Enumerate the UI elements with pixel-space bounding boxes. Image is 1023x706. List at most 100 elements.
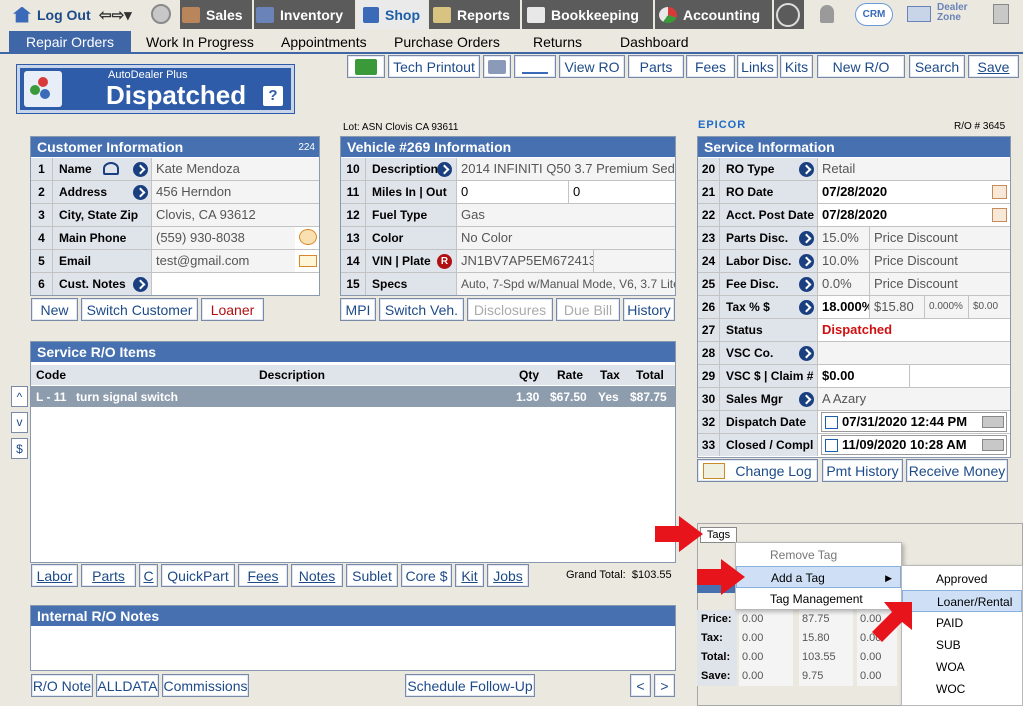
fee-disc-value[interactable]: 0.0%	[818, 273, 869, 295]
kit-button[interactable]: Kit	[455, 564, 484, 587]
nav-sales[interactable]: Sales	[182, 0, 243, 29]
kits-button[interactable]: Kits	[780, 55, 813, 78]
user-avatar-icon[interactable]	[151, 4, 171, 24]
search-button[interactable]: Search	[909, 55, 965, 78]
parts-disc-lookup-icon[interactable]	[799, 231, 814, 246]
schedule-follow-up-button[interactable]: Schedule Follow-Up	[405, 674, 535, 697]
logout-link[interactable]: Log Out	[13, 0, 91, 29]
switch-customer-button[interactable]: Switch Customer	[81, 298, 198, 321]
alldata-button[interactable]: ALLDATA	[96, 674, 159, 697]
subnav-returns[interactable]: Returns	[533, 31, 582, 52]
subnav-repair-orders[interactable]: Repair Orders	[9, 31, 131, 52]
parts-line-button[interactable]: Parts	[81, 564, 136, 587]
save-button[interactable]: Save	[968, 55, 1019, 78]
pmt-history-button[interactable]: Pmt History	[822, 459, 903, 482]
nav-bookkeeping[interactable]: Bookkeeping	[527, 0, 639, 29]
jobs-button[interactable]: Jobs	[487, 564, 529, 587]
dispatch-date-picker[interactable]: 07/31/2020 12:44 PM	[821, 412, 1007, 432]
fuel-type-value[interactable]: Gas	[457, 204, 675, 226]
crm-button[interactable]: CRM	[855, 3, 893, 26]
add-a-tag-menu-item[interactable]: Add a Tag ▶	[736, 566, 901, 588]
sublet-button[interactable]: Sublet	[346, 564, 398, 587]
miles-out-input[interactable]: 0	[569, 181, 675, 203]
color-value[interactable]: No Color	[457, 227, 675, 249]
customer-notes-icon[interactable]	[133, 277, 148, 292]
tax-lookup-icon[interactable]	[799, 300, 814, 315]
sales-mgr-lookup-icon[interactable]	[799, 392, 814, 407]
sales-mgr-value[interactable]: A Azary	[818, 388, 1010, 410]
subnav-appointments[interactable]: Appointments	[281, 31, 367, 52]
calendar-dropdown-icon[interactable]	[982, 439, 1004, 451]
parts-disc-value[interactable]: 15.0%	[818, 227, 869, 249]
history-button[interactable]: History	[623, 298, 675, 321]
calendar-icon[interactable]	[992, 185, 1007, 199]
open-folder-button[interactable]	[347, 55, 385, 78]
switch-vehicle-button[interactable]: Switch Veh.	[379, 298, 464, 321]
closed-date-picker[interactable]: 11/09/2020 10:28 AM	[821, 435, 1007, 455]
address-lookup-icon[interactable]	[133, 185, 148, 200]
tag-sub-option[interactable]: SUB	[902, 634, 1022, 656]
print-button[interactable]	[483, 55, 511, 78]
tech-printout-button[interactable]: Tech Printout	[388, 55, 480, 78]
tax-rate-value[interactable]: 18.000%	[818, 296, 869, 318]
tag-loaner-rental-option[interactable]: Loaner/Rental	[902, 590, 1022, 612]
price-button[interactable]: $	[11, 438, 28, 459]
notes-button[interactable]: Notes	[291, 564, 343, 587]
links-button[interactable]: Links	[737, 55, 778, 78]
vsc-co-value[interactable]	[818, 342, 1010, 364]
signature-button[interactable]	[514, 55, 556, 78]
due-bill-button[interactable]: Due Bill	[556, 298, 620, 321]
ro-note-button[interactable]: R/O Note	[31, 674, 93, 697]
parts-button[interactable]: Parts	[628, 55, 684, 78]
subnav-work-in-progress[interactable]: Work In Progress	[146, 31, 254, 52]
nav-reports[interactable]: Reports	[433, 0, 510, 29]
new-customer-button[interactable]: New	[31, 298, 78, 321]
quickpart-button[interactable]: QuickPart	[161, 564, 235, 587]
miles-in-input[interactable]: 0	[457, 181, 569, 203]
core-button[interactable]: Core $	[401, 564, 452, 587]
next-button[interactable]: >	[654, 674, 675, 697]
checkbox-checked-icon[interactable]	[825, 439, 838, 452]
tag-approved-option[interactable]: Approved	[902, 568, 1022, 590]
dealer-zone-link[interactable]: Dealer Zone	[937, 3, 977, 23]
calendar-dropdown-icon[interactable]	[982, 416, 1004, 428]
c-button[interactable]: C	[139, 564, 158, 587]
previous-button[interactable]: <	[630, 674, 651, 697]
move-up-button[interactable]: ^	[11, 386, 28, 407]
nav-accounting[interactable]: Accounting	[659, 0, 760, 29]
fees-line-button[interactable]: Fees	[238, 564, 288, 587]
plate-value[interactable]	[593, 250, 675, 272]
description-lookup-icon[interactable]	[437, 162, 452, 177]
loaner-button[interactable]: Loaner	[201, 298, 264, 321]
checkbox-checked-icon[interactable]	[825, 416, 838, 429]
ro-type-lookup-icon[interactable]	[799, 162, 814, 177]
labor-disc-value[interactable]: 10.0%	[818, 250, 869, 272]
vin-value[interactable]: JN1BV7AP5EM672413	[457, 250, 593, 272]
history-arrows-icon[interactable]: ⇦⇨▾	[99, 6, 132, 24]
fee-disc-lookup-icon[interactable]	[799, 277, 814, 292]
ro-type-value[interactable]: Retail	[818, 158, 1010, 180]
customer-phone-value[interactable]: (559) 930-8038	[152, 227, 295, 249]
view-ro-button[interactable]: View RO	[559, 55, 625, 78]
tag-woc-option[interactable]: WOC	[902, 678, 1022, 700]
tag-paid-option[interactable]: PAID	[902, 612, 1022, 634]
commissions-button[interactable]: Commissions	[162, 674, 249, 697]
change-log-button[interactable]: Change Log	[697, 459, 818, 482]
customer-notes-value[interactable]	[152, 273, 319, 295]
fees-button[interactable]: Fees	[686, 55, 735, 78]
vehicle-description-value[interactable]: 2014 INFINITI Q50 3.7 Premium Sedan 4D	[457, 158, 675, 180]
disclosures-button[interactable]: Disclosures	[467, 298, 553, 321]
vsc-amount-input[interactable]: $0.00	[818, 365, 910, 387]
email-envelope-icon[interactable]	[299, 255, 317, 267]
registered-icon[interactable]: R	[437, 254, 452, 269]
text-message-icon[interactable]	[299, 229, 317, 245]
receive-money-button[interactable]: Receive Money	[906, 459, 1008, 482]
customer-name-lookup-icon[interactable]	[133, 162, 148, 177]
settings-gear-icon[interactable]	[776, 3, 800, 27]
vsc-lookup-icon[interactable]	[799, 346, 814, 361]
calendar-icon[interactable]	[992, 208, 1007, 222]
labor-disc-lookup-icon[interactable]	[799, 254, 814, 269]
labor-button[interactable]: Labor	[31, 564, 78, 587]
customer-city-value[interactable]: Clovis, CA 93612	[152, 204, 319, 226]
internal-notes-textarea[interactable]	[31, 627, 675, 670]
